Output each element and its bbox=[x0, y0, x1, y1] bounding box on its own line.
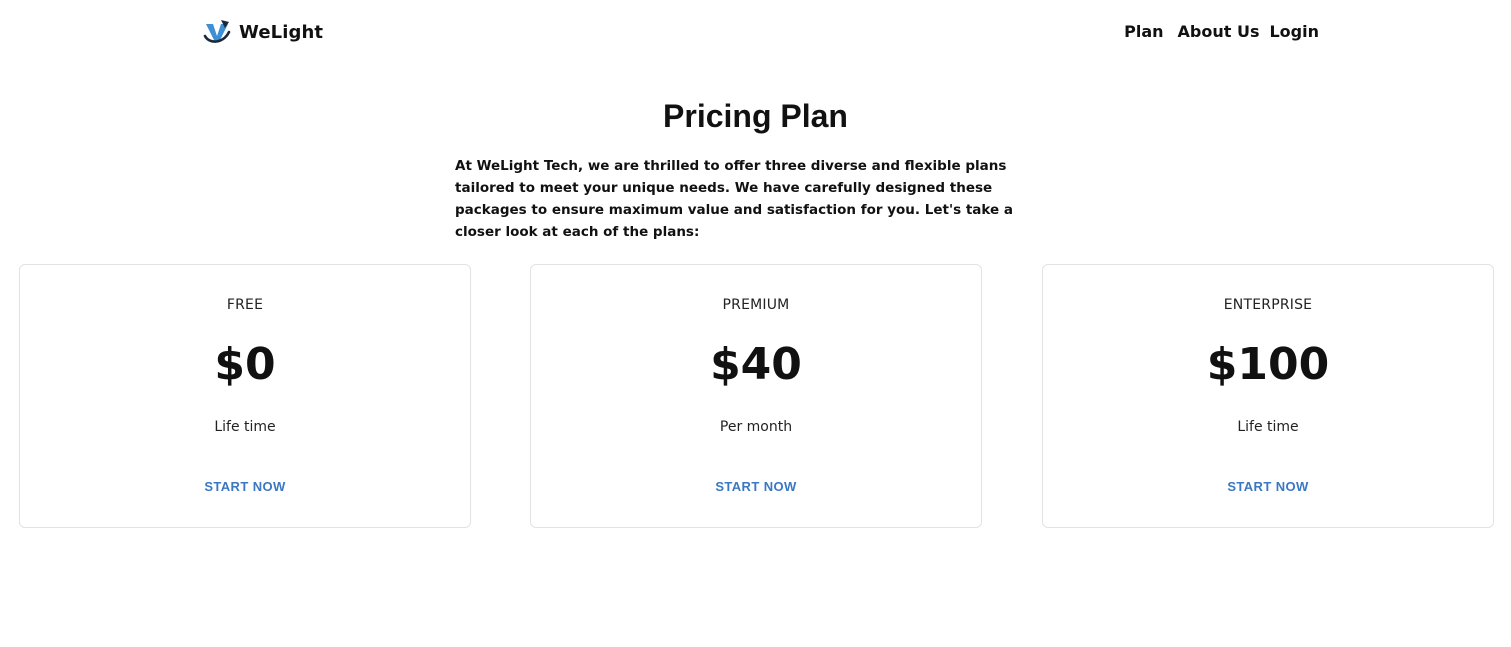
nav-links: Plan About Us Login bbox=[1124, 22, 1319, 41]
nav-plan-link[interactable]: Plan bbox=[1124, 22, 1163, 41]
nav-login-link[interactable]: Login bbox=[1269, 22, 1319, 41]
navbar: WeLight Plan About Us Login bbox=[0, 0, 1511, 64]
plan-name: ENTERPRISE bbox=[1223, 297, 1313, 313]
plan-price: $0 bbox=[214, 339, 276, 390]
welight-logo-icon bbox=[203, 20, 231, 43]
plan-card-free: FREE $0 Life time START NOW bbox=[19, 264, 471, 528]
page-title: Pricing Plan bbox=[663, 98, 848, 134]
plan-period: Per month bbox=[719, 419, 793, 435]
plan-price: $100 bbox=[1206, 339, 1330, 390]
brand-name: WeLight bbox=[239, 21, 324, 43]
start-now-button-enterprise[interactable]: START NOW bbox=[1217, 475, 1318, 498]
plan-name: FREE bbox=[226, 297, 264, 313]
plan-period: Life time bbox=[214, 419, 276, 435]
nav-about-us-link[interactable]: About Us bbox=[1178, 22, 1260, 41]
plan-period: Life time bbox=[1237, 419, 1299, 435]
plan-price: $40 bbox=[710, 339, 802, 390]
start-now-button-free[interactable]: START NOW bbox=[194, 475, 295, 498]
plan-card-enterprise: ENTERPRISE $100 Life time START NOW bbox=[1042, 264, 1494, 528]
intro-text: At WeLight Tech, we are thrilled to offe… bbox=[455, 158, 1013, 240]
plan-card-premium: PREMIUM $40 Per month START NOW bbox=[530, 264, 982, 528]
pricing-cards: FREE $0 Life time START NOW PREMIUM $40 … bbox=[19, 264, 1496, 530]
plan-name: PREMIUM bbox=[722, 297, 790, 313]
brand-home-link[interactable]: WeLight bbox=[203, 18, 323, 46]
start-now-button-premium[interactable]: START NOW bbox=[705, 475, 806, 498]
